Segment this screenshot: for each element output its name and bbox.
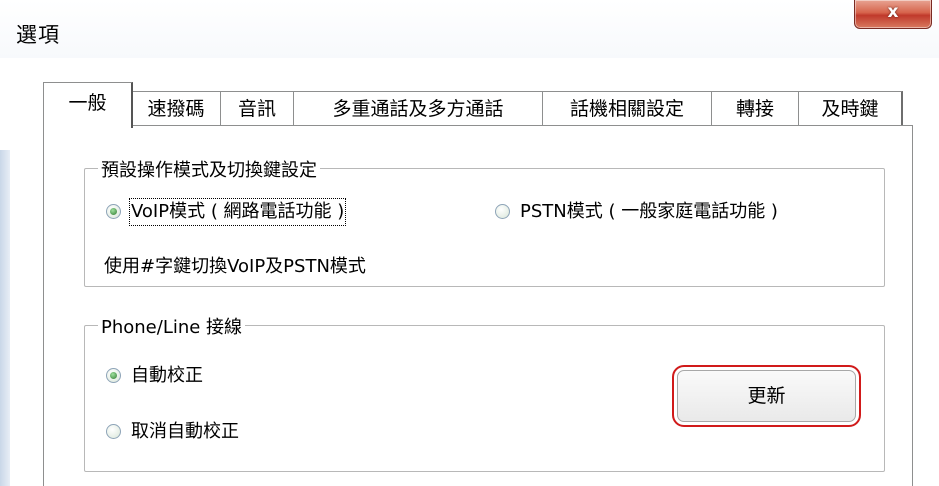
line-group-title: Phone/Line 接線 xyxy=(98,313,246,339)
voip-radio-indicator xyxy=(106,204,121,219)
update-button[interactable]: 更新 xyxy=(672,365,861,427)
pstn-radio-indicator xyxy=(495,204,510,219)
window-title: 選項 xyxy=(16,23,60,47)
tab-speed-dial[interactable]: 速撥碼 xyxy=(131,91,222,127)
tab-hotkey[interactable]: 及時鍵 xyxy=(798,91,903,127)
title-bar: 選項 x xyxy=(0,0,939,58)
pstn-label: PSTN模式 ( 一般家庭電話功能 ) xyxy=(520,201,778,222)
tab-strip: 一般 速撥碼 音訊 多重通話及多方通話 話機相關設定 轉接 及時鍵 xyxy=(43,82,913,128)
window-edge xyxy=(0,150,10,486)
tab-general[interactable]: 一般 xyxy=(43,82,133,128)
auto-calibrate-indicator xyxy=(106,368,121,383)
cancel-calibrate-label: 取消自動校正 xyxy=(131,421,239,442)
auto-calibrate-label: 自動校正 xyxy=(131,365,203,386)
tab-audio[interactable]: 音訊 xyxy=(220,91,295,127)
tab-phone-settings[interactable]: 話機相關設定 xyxy=(542,91,713,127)
options-dialog: 選項 x 一般 速撥碼 音訊 多重通話及多方通話 話機相關設定 轉接 及時鍵 預… xyxy=(0,0,939,486)
cancel-calibrate-indicator xyxy=(106,424,121,439)
voip-label: VoIP模式 ( 網路電話功能 ) xyxy=(128,198,347,226)
close-icon: x xyxy=(887,2,899,22)
mode-group-title: 預設操作模式及切換鍵設定 xyxy=(98,156,320,182)
mode-hint-text: 使用#字鍵切換VoIP及PSTN模式 xyxy=(104,256,366,277)
tab-transfer[interactable]: 轉接 xyxy=(711,91,800,127)
close-button[interactable]: x xyxy=(854,0,932,29)
tab-multi-call[interactable]: 多重通話及多方通話 xyxy=(293,91,544,127)
